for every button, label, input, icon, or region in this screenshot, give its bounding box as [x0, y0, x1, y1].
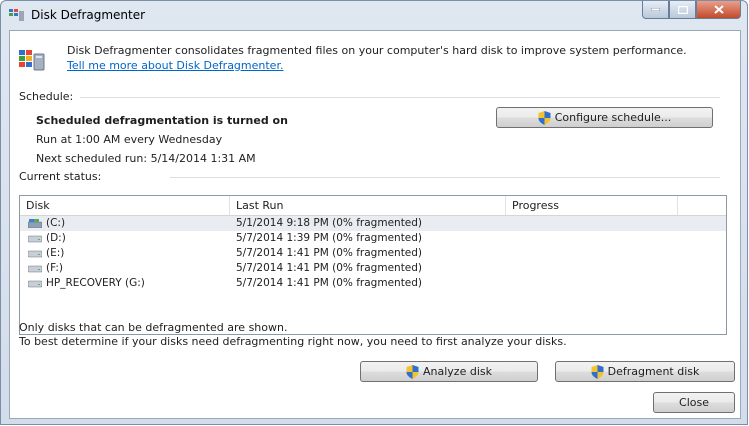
drive-icon: [28, 280, 42, 288]
current-status-label: Current status:: [19, 170, 102, 183]
last-run-value: 5/7/2014 1:41 PM (0% fragmented): [236, 247, 423, 259]
schedule-run-at: Run at 1:00 AM every Wednesday: [36, 133, 223, 146]
system-drive-icon: [28, 219, 42, 228]
next-scheduled-run: Next scheduled run: 5/14/2014 1:31 AM: [36, 152, 256, 165]
window-title: Disk Defragmenter: [31, 8, 146, 22]
column-header-progress[interactable]: Progress: [506, 196, 678, 215]
last-run-value: 5/7/2014 1:39 PM (0% fragmented): [236, 232, 423, 244]
defrag-eligibility-note: Only disks that can be defragmented are …: [19, 321, 288, 334]
analyze-disk-button[interactable]: Analyze disk: [360, 361, 538, 382]
disk-name: (E:): [46, 247, 65, 259]
disk-row-g[interactable]: HP_RECOVERY (G:) 5/7/2014 1:41 PM (0% fr…: [20, 276, 726, 291]
uac-shield-icon: [406, 364, 419, 379]
disk-row-e[interactable]: (E:) 5/7/2014 1:41 PM (0% fragmented): [20, 246, 726, 261]
disk-name: (D:): [46, 232, 66, 244]
disk-row-d[interactable]: (D:) 5/7/2014 1:39 PM (0% fragmented): [20, 231, 726, 246]
uac-shield-icon: [591, 364, 604, 379]
disk-defragmenter-window: Disk Defragmenter Disk Defragmenter cons…: [0, 0, 748, 425]
uac-shield-icon: [538, 110, 551, 125]
disk-list[interactable]: Disk Last Run Progress (C:) 5/1/2014 9:1…: [19, 195, 727, 335]
status-separator: [170, 177, 720, 178]
minimize-icon: [651, 8, 660, 11]
learn-more-link[interactable]: Tell me more about Disk Defragmenter.: [67, 59, 283, 72]
column-header-disk[interactable]: Disk: [20, 196, 230, 215]
close-icon: [713, 5, 724, 14]
disk-name: (C:): [46, 217, 66, 229]
last-run-value: 5/7/2014 1:41 PM (0% fragmented): [236, 262, 423, 274]
disk-list-header: Disk Last Run Progress: [20, 196, 726, 216]
schedule-separator: [80, 97, 720, 98]
close-button[interactable]: Close: [653, 392, 735, 413]
maximize-button[interactable]: [669, 1, 696, 19]
column-header-last-run[interactable]: Last Run: [230, 196, 506, 215]
schedule-status: Scheduled defragmentation is turned on: [36, 114, 288, 127]
configure-schedule-label: Configure schedule...: [554, 111, 672, 124]
last-run-value: 5/1/2014 9:18 PM (0% fragmented): [236, 217, 423, 229]
drive-icon: [28, 265, 42, 273]
drive-icon: [28, 235, 42, 243]
intro-description: Disk Defragmenter consolidates fragmente…: [67, 44, 687, 57]
analyze-disk-label: Analyze disk: [423, 365, 492, 378]
last-run-value: 5/7/2014 1:41 PM (0% fragmented): [236, 277, 423, 289]
disk-row-f[interactable]: (F:) 5/7/2014 1:41 PM (0% fragmented): [20, 261, 726, 276]
close-window-button[interactable]: [696, 1, 741, 19]
defragmenter-app-icon: [9, 9, 24, 21]
intro-text-block: Disk Defragmenter consolidates fragmente…: [67, 43, 707, 73]
defragment-disk-label: Defragment disk: [607, 365, 700, 378]
defragment-disk-button[interactable]: Defragment disk: [555, 361, 735, 382]
drive-icon: [28, 250, 42, 258]
disk-name: HP_RECOVERY (G:): [46, 277, 145, 289]
analyze-advice-note: To best determine if your disks need def…: [19, 335, 567, 348]
maximize-icon: [677, 5, 688, 14]
close-button-label: Close: [679, 396, 709, 409]
disk-name: (F:): [46, 262, 63, 274]
defragmenter-header-icon: [19, 50, 45, 71]
disk-row-c[interactable]: (C:) 5/1/2014 9:18 PM (0% fragmented): [20, 216, 726, 231]
dialog-client-area: Disk Defragmenter consolidates fragmente…: [9, 30, 741, 419]
title-bar[interactable]: Disk Defragmenter: [1, 1, 747, 29]
minimize-button[interactable]: [642, 1, 669, 19]
configure-schedule-button[interactable]: Configure schedule...: [496, 107, 713, 128]
schedule-section-label: Schedule:: [19, 90, 74, 103]
